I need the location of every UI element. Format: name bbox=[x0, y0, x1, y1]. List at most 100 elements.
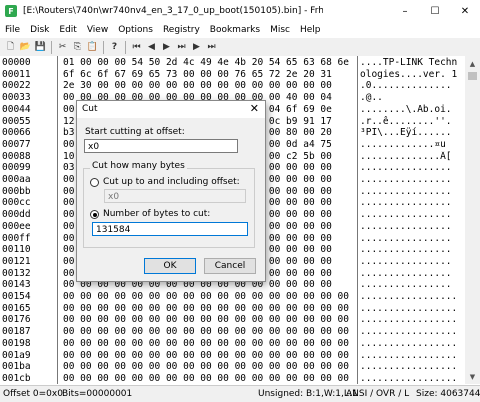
row-ascii[interactable]: ................ bbox=[360, 279, 465, 291]
row-ascii[interactable]: ................. bbox=[360, 326, 465, 338]
row-ascii[interactable]: .0.............. bbox=[360, 80, 465, 92]
dialog-close-icon[interactable]: ✕ bbox=[250, 102, 259, 115]
row-ascii[interactable]: ................. bbox=[360, 291, 465, 303]
scroll-down-icon[interactable]: ▼ bbox=[465, 369, 480, 384]
row-hex-bytes[interactable]: 2e 30 00 00 00 00 00 00 00 00 00 00 00 0… bbox=[63, 80, 353, 92]
menu-help[interactable]: Help bbox=[295, 25, 326, 35]
play-icon[interactable]: ▶ bbox=[189, 40, 204, 55]
row-ascii[interactable]: ................ bbox=[360, 268, 465, 280]
row-hex-bytes[interactable]: 00 00 00 00 00 00 00 00 00 00 00 00 00 0… bbox=[63, 303, 353, 315]
frhed-app-icon: F bbox=[5, 5, 17, 17]
row-ascii[interactable]: .r..ê........''. bbox=[360, 116, 465, 128]
help-icon[interactable]: ? bbox=[107, 40, 122, 55]
row-ascii[interactable]: ................. bbox=[360, 373, 465, 385]
row-ascii[interactable]: .@.. bbox=[360, 92, 465, 104]
row-hex-bytes[interactable]: 00 00 00 00 00 00 00 00 00 00 00 00 00 0… bbox=[63, 361, 353, 373]
open-folder-icon[interactable]: 📂 bbox=[18, 40, 33, 55]
group-label: Cut how many bytes bbox=[90, 161, 187, 171]
menu-edit[interactable]: Edit bbox=[54, 25, 81, 35]
menu-registry[interactable]: Registry bbox=[158, 25, 205, 35]
goto-next-icon[interactable]: ▶ bbox=[159, 40, 174, 55]
goto-prev-icon[interactable]: ◀ bbox=[144, 40, 159, 55]
menu-view[interactable]: View bbox=[82, 25, 113, 35]
menu-disk[interactable]: Disk bbox=[25, 25, 54, 35]
ok-button[interactable]: OK bbox=[144, 258, 196, 274]
menu-misc[interactable]: Misc bbox=[265, 25, 295, 35]
cut-dialog: Cut ✕ Start cutting at offset: x0 Cut ho… bbox=[76, 100, 266, 282]
maximize-button[interactable]: ☐ bbox=[420, 0, 450, 22]
scroll-thumb[interactable] bbox=[468, 72, 477, 80]
row-ascii[interactable]: ................ bbox=[360, 197, 465, 209]
row-ascii[interactable]: ................ bbox=[360, 244, 465, 256]
vertical-scrollbar[interactable]: ▲ ▼ bbox=[465, 56, 480, 384]
menu-options[interactable]: Options bbox=[113, 25, 158, 35]
byte-count-label[interactable]: Number of bytes to cut: bbox=[103, 209, 210, 219]
menu-bookmarks[interactable]: Bookmarks bbox=[205, 25, 265, 35]
status-bar: Offset 0=0x0 Bits=00000001 Unsigned: B:1… bbox=[0, 385, 480, 402]
toolbar-separator bbox=[103, 40, 104, 54]
row-ascii[interactable]: ................. bbox=[360, 350, 465, 362]
row-hex-bytes[interactable]: 00 00 00 00 00 00 00 00 00 00 00 00 00 0… bbox=[63, 350, 353, 362]
row-address: 000cc bbox=[2, 197, 31, 209]
dialog-title-bar: Cut ✕ bbox=[77, 101, 265, 118]
ascii-divider bbox=[357, 56, 358, 384]
row-address: 001a9 bbox=[2, 349, 31, 361]
row-address: 00066 bbox=[2, 127, 31, 139]
menu-file[interactable]: File bbox=[0, 25, 25, 35]
row-ascii[interactable]: ologies....ver. 1 bbox=[360, 69, 465, 81]
cancel-button[interactable]: Cancel bbox=[204, 258, 256, 274]
status-bits: Bits=00000001 bbox=[62, 389, 133, 399]
start-offset-input[interactable]: x0 bbox=[84, 139, 238, 153]
row-ascii[interactable]: ................ bbox=[360, 174, 465, 186]
row-ascii[interactable]: ................ bbox=[360, 233, 465, 245]
title-bar: F [E:\Routers\740n\wr740nv4_en_3_17_0_up… bbox=[0, 0, 480, 22]
row-hex-bytes[interactable]: 6f 6c 6f 67 69 65 73 00 00 00 76 65 72 2… bbox=[63, 69, 353, 81]
paste-icon[interactable]: 📋 bbox=[85, 40, 100, 55]
row-address: 001ba bbox=[2, 361, 31, 373]
cut-upto-input[interactable]: x0 bbox=[104, 189, 246, 203]
row-hex-bytes[interactable]: 01 00 00 00 54 50 2d 4c 49 4e 4b 20 54 6… bbox=[63, 57, 353, 69]
row-ascii[interactable]: ................ bbox=[360, 256, 465, 268]
row-address: 00011 bbox=[2, 68, 31, 80]
row-ascii[interactable]: ....TP-LINK Techn bbox=[360, 57, 465, 69]
row-ascii[interactable]: ................. bbox=[360, 338, 465, 350]
row-hex-bytes[interactable]: 00 00 00 00 00 00 00 00 00 00 00 00 00 0… bbox=[63, 291, 353, 303]
row-hex-bytes[interactable]: 00 00 00 00 00 00 00 00 00 00 00 00 00 0… bbox=[63, 338, 353, 350]
row-ascii[interactable]: ................ bbox=[360, 221, 465, 233]
row-hex-bytes[interactable]: 00 00 00 00 00 00 00 00 00 00 00 00 00 0… bbox=[63, 373, 353, 385]
close-button[interactable]: ✕ bbox=[450, 0, 480, 22]
goto-first-icon[interactable]: ⏮ bbox=[129, 40, 144, 55]
row-ascii[interactable]: .............¤u bbox=[360, 139, 465, 151]
cut-icon[interactable]: ✂ bbox=[55, 40, 70, 55]
row-ascii[interactable]: ................. bbox=[360, 303, 465, 315]
row-address: 00000 bbox=[2, 57, 31, 68]
row-ascii[interactable]: ................ bbox=[360, 209, 465, 221]
row-address: 00165 bbox=[2, 302, 31, 314]
row-ascii[interactable]: ................ bbox=[360, 162, 465, 174]
cut-upto-radio[interactable] bbox=[90, 178, 99, 187]
row-ascii[interactable]: ................. bbox=[360, 361, 465, 373]
scroll-up-icon[interactable]: ▲ bbox=[465, 56, 480, 71]
row-ascii[interactable]: ................. bbox=[360, 314, 465, 326]
minimize-button[interactable]: – bbox=[390, 0, 420, 22]
row-address: 00077 bbox=[2, 138, 31, 150]
address-divider bbox=[57, 56, 58, 384]
copy-icon[interactable]: ⎘ bbox=[70, 40, 85, 55]
row-ascii[interactable]: ........\.Äb.oi. bbox=[360, 104, 465, 116]
byte-count-input[interactable]: 131584 bbox=[92, 222, 248, 236]
row-ascii[interactable]: ................ bbox=[360, 186, 465, 198]
row-ascii[interactable]: ..............Â[ bbox=[360, 151, 465, 163]
row-ascii[interactable]: ³PÏ\...Ëÿí...... bbox=[360, 127, 465, 139]
goto-last-icon[interactable]: ⏭ bbox=[174, 40, 189, 55]
cut-upto-label[interactable]: Cut up to and including offset: bbox=[103, 177, 240, 187]
new-file-icon[interactable]: 🗋 bbox=[3, 40, 18, 55]
byte-count-radio[interactable] bbox=[90, 210, 99, 219]
status-unsigned: Unsigned: B:1,W:1,L:1 bbox=[258, 389, 358, 399]
goto-end-icon[interactable]: ⏭ bbox=[204, 40, 219, 55]
window-controls: – ☐ ✕ bbox=[390, 0, 480, 22]
save-icon[interactable]: 💾 bbox=[33, 40, 48, 55]
row-address: 001cb bbox=[2, 372, 31, 384]
row-hex-bytes[interactable]: 00 00 00 00 00 00 00 00 00 00 00 00 00 0… bbox=[63, 326, 353, 338]
row-hex-bytes[interactable]: 00 00 00 00 00 00 00 00 00 00 00 00 00 0… bbox=[63, 314, 353, 326]
status-offset: Offset 0=0x0 bbox=[3, 389, 63, 399]
